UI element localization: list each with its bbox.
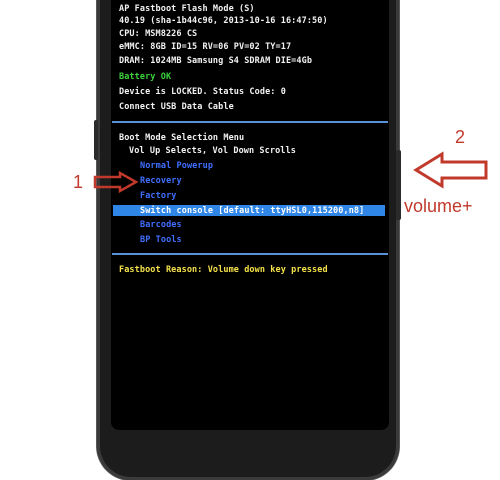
menu-hint: Vol Up Selects, Vol Down Scrolls [129, 146, 296, 156]
usb-status: Connect USB Data Cable [119, 102, 234, 112]
mode-line: AP Fastboot Flash Mode (S) [119, 4, 255, 14]
divider-top [112, 121, 388, 123]
menu-item-bp-tools[interactable]: BP Tools [140, 235, 182, 245]
menu-item-factory[interactable]: Factory [140, 191, 177, 201]
emmc-line: eMMC: 8GB ID=15 RV=06 PV=02 TY=17 [119, 42, 292, 52]
annotation-number-1: 1 [73, 172, 84, 192]
dram-line: DRAM: 1024MB Samsung S4 SDRAM DIE=4Gb [119, 56, 313, 66]
power-button[interactable] [94, 120, 98, 160]
annotation-volume-label: volume+ [404, 196, 473, 216]
divider-bottom [112, 253, 388, 255]
menu-item-barcodes[interactable]: Barcodes [140, 220, 182, 230]
arrow-right-icon [93, 171, 139, 193]
arrow-left-icon [413, 151, 488, 189]
battery-status: Battery OK [119, 72, 172, 82]
menu-item-switch-console[interactable]: Switch console [default: ttyHSL0,115200,… [140, 206, 364, 216]
volume-up-button[interactable] [396, 150, 401, 220]
menu-item-recovery[interactable]: Recovery [140, 176, 182, 186]
menu-title: Boot Mode Selection Menu [119, 133, 245, 143]
cpu-line: CPU: MSM8226 CS [119, 29, 198, 39]
annotation-number-2: 2 [455, 127, 466, 147]
lock-status: Device is LOCKED. Status Code: 0 [119, 87, 286, 97]
menu-item-normal-powerup[interactable]: Normal Powerup [140, 161, 213, 171]
version-line: 40.19 (sha-1b44c96, 2013-10-16 16:47:50) [119, 16, 328, 26]
fastboot-reason: Fastboot Reason: Volume down key pressed [119, 265, 328, 275]
